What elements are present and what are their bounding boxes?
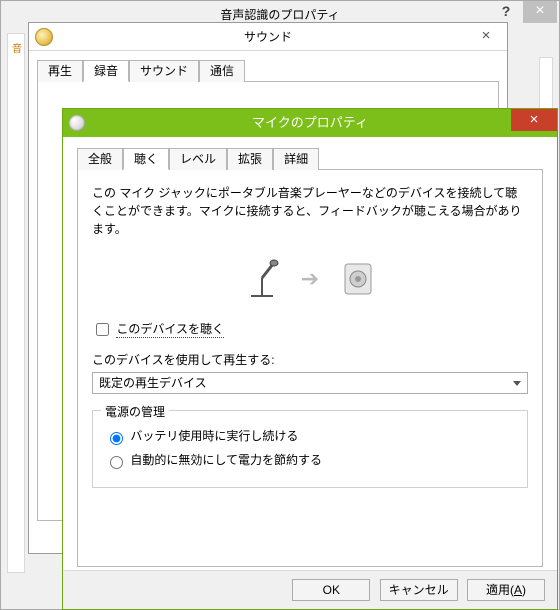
- power-radio-auto-disable[interactable]: [110, 456, 123, 469]
- mic-stand-icon: [239, 256, 285, 302]
- tab-detail[interactable]: 詳細: [273, 148, 319, 170]
- listen-description: この マイク ジャックにポータブル音楽プレーヤーなどのデバイスを接続して聴くこと…: [92, 184, 528, 238]
- playback-device-dropdown[interactable]: 既定の再生デバイス: [92, 372, 528, 394]
- dialog-button-row: OK キャンセル 適用(A): [63, 570, 557, 609]
- mic-close-button[interactable]: ×: [511, 109, 557, 131]
- apply-button[interactable]: 適用(A): [467, 579, 545, 601]
- ok-button[interactable]: OK: [292, 579, 370, 601]
- tab-sounds[interactable]: サウンド: [129, 60, 199, 82]
- sound-tabstrip: 再生録音サウンド通信: [37, 59, 499, 81]
- power-radio-auto-disable-label: 自動的に無効にして電力を節約する: [130, 453, 322, 467]
- power-radio-continue[interactable]: [110, 432, 123, 445]
- speech-properties-title: 音声認識のプロパティ: [220, 8, 339, 22]
- tab-level[interactable]: レベル: [169, 148, 227, 170]
- listen-checkbox[interactable]: [96, 323, 109, 336]
- listen-checkbox-row: このデバイスを聴く: [92, 320, 528, 339]
- tab-record[interactable]: 録音: [83, 60, 129, 82]
- tab-general[interactable]: 全般: [77, 148, 123, 170]
- power-management-group: 電源の管理 バッテリ使用時に実行し続ける 自動的に無効にして電力を節約する: [92, 410, 528, 488]
- tab-marker-icon: 音: [12, 40, 22, 55]
- mic-icon: [69, 115, 85, 131]
- mic-titlebar: マイクのプロパティ ×: [63, 109, 557, 137]
- playback-device-label: このデバイスを使用して再生する:: [92, 351, 528, 368]
- power-management-legend: 電源の管理: [101, 403, 169, 420]
- arrow-icon: ➔: [301, 266, 319, 291]
- cancel-button[interactable]: キャンセル: [380, 579, 458, 601]
- tab-enhance[interactable]: 拡張: [227, 148, 273, 170]
- power-radio-continue-label: バッテリ使用時に実行し続ける: [130, 429, 298, 443]
- help-button[interactable]: ?: [491, 1, 521, 21]
- speaker-icon: [35, 28, 53, 46]
- background-panel-left: 音: [7, 33, 25, 573]
- mic-properties-window: マイクのプロパティ × 全般聴くレベル拡張詳細 この マイク ジャックにポータブ…: [62, 108, 558, 610]
- listen-checkbox-label: このデバイスを聴く: [116, 322, 224, 338]
- sound-close-button[interactable]: ×: [469, 25, 503, 47]
- device-diagram: ➔: [92, 256, 528, 302]
- tab-listen[interactable]: 聴く: [123, 148, 169, 170]
- close-button-disabled: ×: [523, 1, 557, 23]
- sound-titlebar: サウンド ×: [29, 23, 507, 51]
- mic-tabstrip: 全般聴くレベル拡張詳細: [77, 147, 543, 169]
- mic-title: マイクのプロパティ: [252, 115, 368, 130]
- speaker-device-icon: [335, 256, 381, 302]
- playback-device-selected: 既定の再生デバイス: [99, 376, 207, 390]
- sound-title: サウンド: [244, 30, 292, 44]
- tab-communication[interactable]: 通信: [199, 60, 245, 82]
- tab-playback[interactable]: 再生: [37, 60, 83, 82]
- mic-tabpane: この マイク ジャックにポータブル音楽プレーヤーなどのデバイスを接続して聴くこと…: [77, 169, 543, 567]
